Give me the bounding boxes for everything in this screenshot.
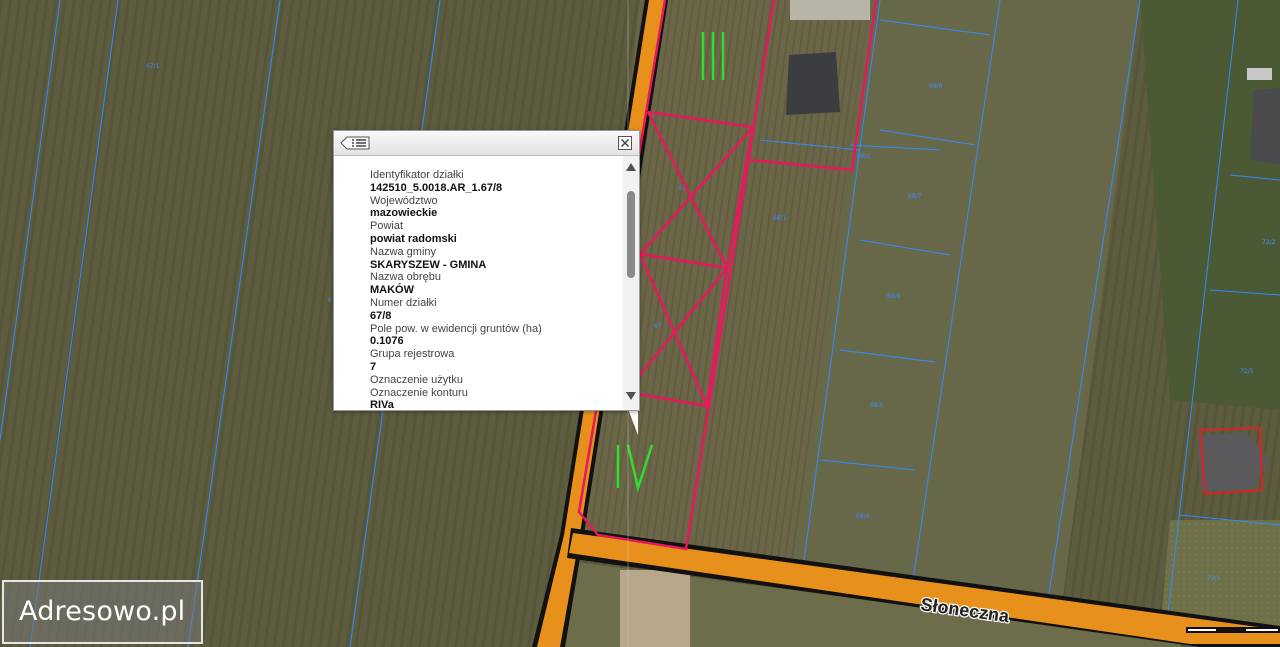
svg-text:68/4: 68/4 [856, 513, 870, 520]
popup-header [334, 131, 639, 156]
field-voivodeship: Województwo mazowieckie [370, 195, 622, 221]
map-view[interactable]: 67/1 67 67 68/1 68/8 68/7 68/6 68/5 68/4… [0, 0, 1280, 647]
popup-body[interactable]: Identyfikator działki 142510_5.0018.AR_1… [334, 156, 622, 410]
popup-scrollbar[interactable] [623, 156, 639, 410]
scale-bar [1186, 627, 1280, 633]
field-label: Województwo [370, 194, 438, 207]
svg-text:67: 67 [654, 323, 662, 330]
field-land-use: Oznaczenie użytku [370, 374, 622, 387]
field-label: Grupa rejestrowa [370, 348, 455, 361]
field-value: 67/8 [370, 309, 392, 322]
field-label: Oznaczenie użytku [370, 373, 463, 386]
building [1250, 88, 1280, 165]
brand-logo[interactable]: Adresowo.pl [2, 580, 203, 644]
field-value: mazowieckie [370, 207, 438, 220]
field-area [620, 570, 690, 647]
building [786, 52, 840, 115]
field-county: Powiat powiat radomski [370, 220, 622, 246]
svg-text:68/1: 68/1 [773, 215, 787, 222]
svg-text:68/6: 68/6 [887, 293, 901, 300]
scroll-thumb[interactable] [627, 191, 635, 278]
field-register-group: Grupa rejestrowa 7 [370, 348, 622, 374]
brand-logo-text: Adresowo.pl [19, 596, 186, 627]
field-value: SKARYSZEW - GMINA [370, 258, 487, 271]
field-parcel-number: Numer działki 67/8 [370, 297, 622, 323]
list-icon[interactable] [340, 135, 370, 151]
field-label: Numer działki [370, 296, 437, 309]
field-precinct: Nazwa obrębu MAKÓW [370, 271, 622, 297]
aerial-map-canvas[interactable]: 67/1 67 67 68/1 68/8 68/7 68/6 68/5 68/4… [0, 0, 1280, 647]
field-label: Nazwa obrębu [370, 271, 441, 284]
field-value: 7 [370, 360, 377, 373]
field-municipality: Nazwa gminy SKARYSZEW - GMINA [370, 246, 622, 272]
field-value: 142510_5.0018.AR_1.67/8 [370, 181, 503, 194]
field-label: Nazwa gminy [370, 245, 437, 258]
svg-text:72/1: 72/1 [1207, 575, 1221, 582]
popup-pointer [628, 409, 638, 435]
svg-text:68/5: 68/5 [870, 402, 884, 409]
svg-text:67/1: 67/1 [146, 63, 160, 70]
svg-text:68/7: 68/7 [908, 193, 922, 200]
field-contour: Oznaczenie konturu RIVa [370, 387, 622, 410]
svg-text:72/2: 72/2 [1262, 239, 1276, 246]
field-identifier: Identyfikator działki 142510_5.0018.AR_1… [370, 169, 622, 195]
field-label: Pole pow. w ewidencji gruntów (ha) [370, 322, 542, 335]
close-icon[interactable] [618, 136, 632, 150]
field-label: Powiat [370, 220, 404, 233]
field-label: Identyfikator działki [370, 169, 464, 181]
field-value: powiat radomski [370, 232, 457, 245]
building [790, 0, 870, 20]
field-value: 0.1076 [370, 335, 404, 348]
svg-text:68/8: 68/8 [929, 83, 943, 90]
field-value: MAKÓW [370, 284, 414, 297]
building [1247, 68, 1272, 80]
field-value: RIVa [370, 399, 394, 410]
scroll-down-arrow-icon[interactable] [626, 392, 636, 400]
svg-text:68/2: 68/2 [857, 153, 871, 160]
parcel-info-popup: Identyfikator działki 142510_5.0018.AR_1… [333, 130, 640, 411]
svg-text:72/5: 72/5 [1240, 368, 1254, 375]
field-label: Oznaczenie konturu [370, 386, 468, 399]
scroll-up-arrow-icon[interactable] [626, 163, 636, 171]
field-area: Pole pow. w ewidencji gruntów (ha) 0.107… [370, 323, 622, 349]
parcel-attributes: Identyfikator działki 142510_5.0018.AR_1… [334, 156, 622, 410]
